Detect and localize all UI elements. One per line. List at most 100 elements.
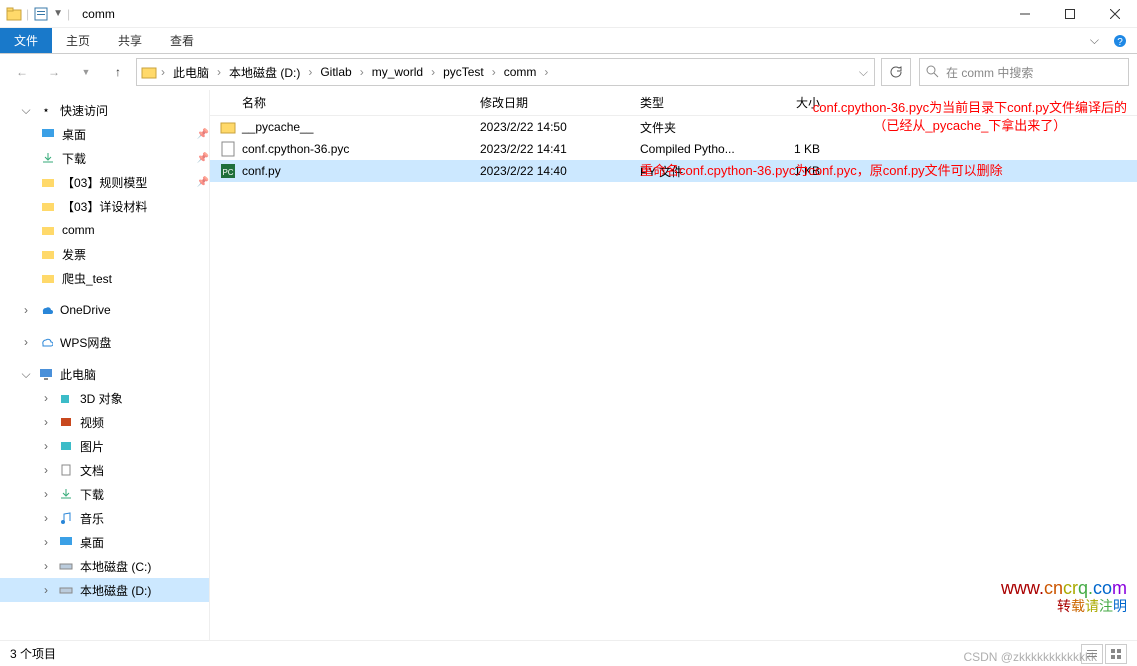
sidebar-desktop2[interactable]: ›桌面	[0, 530, 209, 554]
col-name[interactable]: 名称	[220, 94, 480, 111]
pin-icon: 📌	[197, 129, 209, 140]
up-button[interactable]: ↑	[104, 58, 132, 86]
expand-icon[interactable]: ›	[40, 439, 52, 453]
sidebar-designmat[interactable]: 【03】详设材料	[0, 194, 209, 218]
tab-home[interactable]: 主页	[52, 32, 104, 49]
col-type[interactable]: 类型	[640, 94, 760, 111]
nav-row: ← → ▼ ↑ › 此电脑› 本地磁盘 (D:)› Gitlab› my_wor…	[0, 54, 1137, 90]
file-size: 1 KB	[760, 142, 820, 156]
qat-divider2: |	[67, 7, 70, 21]
expand-icon[interactable]: ›	[40, 583, 52, 597]
tab-file[interactable]: 文件	[0, 28, 52, 53]
qat-divider: |	[26, 7, 29, 21]
chevron-right-icon[interactable]: ›	[306, 65, 314, 79]
folder-icon	[40, 222, 56, 238]
file-type: 文件夹	[640, 119, 760, 136]
annotation-2: 重命名conf.cpython-36.pyc为conf.pyc，原conf.py…	[640, 160, 1003, 179]
sidebar-diskd[interactable]: ›本地磁盘 (D:)	[0, 578, 209, 602]
sidebar-onedrive[interactable]: ›OneDrive	[0, 298, 209, 322]
svg-text:PC: PC	[222, 168, 233, 177]
minimize-button[interactable]	[1002, 0, 1047, 28]
history-dropdown-icon[interactable]: ⌵	[857, 65, 870, 80]
chevron-right-icon[interactable]: ›	[542, 65, 550, 79]
chevron-right-icon[interactable]: ›	[429, 65, 437, 79]
pin-icon: 📌	[197, 153, 209, 164]
file-date: 2023/2/22 14:40	[480, 164, 640, 178]
sidebar-music[interactable]: ›音乐	[0, 506, 209, 530]
item-count: 3 个项目	[10, 645, 56, 662]
video-icon	[58, 414, 74, 430]
sidebar-wps[interactable]: ›WPS网盘	[0, 330, 209, 354]
sidebar-downloads[interactable]: 下载📌	[0, 146, 209, 170]
expand-icon[interactable]: ›	[40, 559, 52, 573]
sidebar-3d[interactable]: ›3D 对象	[0, 386, 209, 410]
expand-icon[interactable]: ⌵	[20, 367, 32, 382]
properties-icon[interactable]	[33, 6, 49, 22]
refresh-button[interactable]	[881, 58, 911, 86]
sidebar-quick-access[interactable]: ⌵⋆快速访问	[0, 98, 209, 122]
drive-icon	[58, 558, 74, 574]
icons-view-button[interactable]	[1105, 644, 1127, 664]
sidebar-downloads2[interactable]: ›下载	[0, 482, 209, 506]
sidebar-rulemodel[interactable]: 【03】规则模型📌	[0, 170, 209, 194]
chevron-right-icon[interactable]: ›	[490, 65, 498, 79]
file-date: 2023/2/22 14:41	[480, 142, 640, 156]
maximize-button[interactable]	[1047, 0, 1092, 28]
expand-icon[interactable]: ›	[40, 415, 52, 429]
sidebar-thispc[interactable]: ⌵此电脑	[0, 362, 209, 386]
recent-dropdown-icon[interactable]: ▼	[72, 58, 100, 86]
search-input[interactable]: 在 comm 中搜索	[919, 58, 1129, 86]
sidebar-diskc[interactable]: ›本地磁盘 (C:)	[0, 554, 209, 578]
expand-icon[interactable]: ⌵	[20, 103, 32, 118]
sidebar-pictures[interactable]: ›图片	[0, 434, 209, 458]
desktop-icon	[58, 534, 74, 550]
expand-icon[interactable]: ›	[40, 535, 52, 549]
file-row[interactable]: conf.cpython-36.pyc 2023/2/22 14:41 Comp…	[210, 138, 1137, 160]
expand-icon[interactable]: ›	[40, 391, 52, 405]
csdn-watermark: CSDN @zkkkkkkkkkkkkk	[963, 650, 1097, 664]
expand-icon[interactable]: ›	[40, 487, 52, 501]
sidebar-invoice[interactable]: 发票	[0, 242, 209, 266]
qat-dropdown-icon[interactable]: ▼	[53, 8, 63, 19]
sidebar-documents[interactable]: ›文档	[0, 458, 209, 482]
crumb-2[interactable]: Gitlab	[316, 65, 355, 79]
ribbon-tabs: 文件 主页 共享 查看 ⌵ ?	[0, 28, 1137, 54]
breadcrumb[interactable]: › 此电脑› 本地磁盘 (D:)› Gitlab› my_world› pycT…	[136, 58, 875, 86]
close-button[interactable]	[1092, 0, 1137, 28]
col-date[interactable]: 修改日期	[480, 94, 640, 111]
expand-icon[interactable]: ›	[20, 335, 32, 349]
drive-icon	[58, 582, 74, 598]
ribbon-expand-icon[interactable]: ⌵	[1090, 33, 1099, 48]
chevron-right-icon[interactable]: ›	[358, 65, 366, 79]
tab-share[interactable]: 共享	[104, 32, 156, 49]
col-size[interactable]: 大小	[760, 94, 820, 111]
sidebar-spider[interactable]: 爬虫_test	[0, 266, 209, 290]
tab-view[interactable]: 查看	[156, 32, 208, 49]
chevron-right-icon[interactable]: ›	[215, 65, 223, 79]
chevron-right-icon[interactable]: ›	[159, 65, 167, 79]
window-title: comm	[82, 7, 115, 21]
back-button[interactable]: ←	[8, 58, 36, 86]
pc-icon	[38, 366, 54, 382]
desktop-icon	[40, 126, 56, 142]
cloud-icon	[38, 302, 54, 318]
crumb-4[interactable]: pycTest	[439, 65, 488, 79]
crumb-3[interactable]: my_world	[368, 65, 427, 79]
expand-icon[interactable]: ›	[20, 303, 32, 317]
expand-icon[interactable]: ›	[40, 511, 52, 525]
sidebar-video[interactable]: ›视频	[0, 410, 209, 434]
crumb-0[interactable]: 此电脑	[169, 64, 213, 81]
folder-icon	[40, 198, 56, 214]
file-name: conf.cpython-36.pyc	[242, 142, 349, 156]
expand-icon[interactable]: ›	[40, 463, 52, 477]
file-type: Compiled Pytho...	[640, 142, 760, 156]
sidebar-desktop[interactable]: 桌面📌	[0, 122, 209, 146]
folder-icon	[220, 119, 236, 135]
crumb-5[interactable]: comm	[500, 65, 541, 79]
help-icon[interactable]: ?	[1113, 34, 1127, 48]
sidebar-comm[interactable]: comm	[0, 218, 209, 242]
forward-button[interactable]: →	[40, 58, 68, 86]
music-icon	[58, 510, 74, 526]
file-name: conf.py	[242, 164, 281, 178]
crumb-1[interactable]: 本地磁盘 (D:)	[225, 64, 304, 81]
